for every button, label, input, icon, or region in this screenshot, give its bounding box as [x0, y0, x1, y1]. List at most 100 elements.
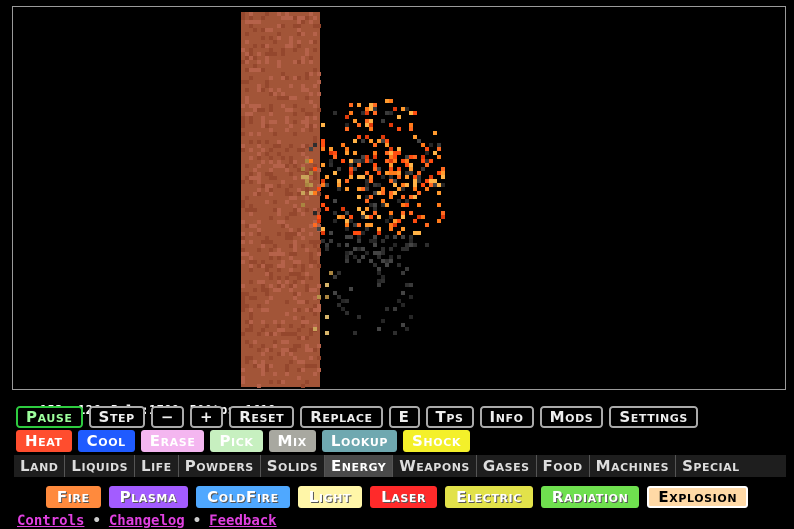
step-button[interactable]: Step: [88, 406, 145, 428]
wall-pixel: [281, 72, 285, 76]
wall-pixel: [305, 344, 309, 348]
fire-pixel: [433, 179, 437, 183]
ash-pixel: [365, 179, 369, 183]
simulation-canvas[interactable]: [13, 7, 785, 389]
wall-pixel: [257, 88, 261, 92]
wall-pixel: [289, 192, 293, 196]
element-electric-button[interactable]: Electric: [445, 486, 533, 508]
wall-pixel: [253, 192, 257, 196]
fire-pixel: [329, 151, 333, 155]
fire-pixel: [345, 179, 349, 183]
fire-pixel: [413, 219, 417, 223]
fire-pixel: [393, 219, 397, 223]
element-radiation-button[interactable]: Radiation: [540, 486, 640, 508]
controls-link[interactable]: Controls: [17, 513, 84, 529]
tab-machines[interactable]: Machines: [590, 455, 677, 477]
wall-pixel: [261, 148, 265, 152]
tps-button[interactable]: Tps: [425, 406, 474, 428]
wall-pixel: [297, 16, 301, 20]
fire-pixel: [385, 143, 389, 147]
lookup-tool-button[interactable]: Lookup: [321, 430, 398, 452]
settings-button[interactable]: Settings: [609, 406, 698, 428]
tab-energy[interactable]: Energy: [325, 455, 394, 477]
tab-solids[interactable]: Solids: [261, 455, 326, 477]
wall-pixel: [285, 224, 289, 228]
mods-button[interactable]: Mods: [539, 406, 604, 428]
fire-pixel: [317, 215, 321, 219]
ash-pixel: [365, 183, 369, 187]
wall-pixel: [297, 28, 301, 32]
changelog-link[interactable]: Changelog: [109, 513, 185, 529]
fire-pixel: [357, 135, 361, 139]
wall-pixel: [277, 160, 281, 164]
pick-tool-button[interactable]: Pick: [210, 430, 263, 452]
decrease-size-button[interactable]: −: [150, 406, 185, 428]
fire-pixel: [341, 143, 345, 147]
fire-pixel: [393, 223, 397, 227]
wall-pixel: [301, 228, 305, 232]
wall-pixel: [277, 220, 281, 224]
e-button[interactable]: E: [388, 406, 420, 428]
increase-size-button[interactable]: +: [190, 406, 224, 428]
mix-tool-button[interactable]: Mix: [268, 430, 316, 452]
fire-pixel: [437, 203, 441, 207]
wall-pixel: [289, 172, 293, 176]
fire-pixel: [353, 139, 357, 143]
wall-pixel: [273, 200, 277, 204]
wall-pixel: [261, 160, 265, 164]
wall-pixel: [241, 260, 245, 264]
wall-pixel: [317, 168, 321, 172]
fire-pixel: [385, 203, 389, 207]
element-light-button[interactable]: Light: [297, 486, 363, 508]
wall-pixel: [281, 260, 285, 264]
wall-pixel: [245, 96, 249, 100]
wall-pixel: [281, 284, 285, 288]
wall-pixel: [253, 260, 257, 264]
fire-pixel: [333, 151, 337, 155]
wall-pixel: [289, 252, 293, 256]
debris-pixel: [397, 299, 401, 303]
wall-pixel: [265, 368, 269, 372]
heat-tool-button[interactable]: Heat: [16, 430, 72, 452]
tab-gases[interactable]: Gases: [477, 455, 537, 477]
wall-pixel: [277, 64, 281, 68]
element-fire-button[interactable]: Fire: [45, 486, 101, 508]
tab-food[interactable]: Food: [537, 455, 590, 477]
debris-pixel: [325, 283, 329, 287]
cool-tool-button[interactable]: Cool: [77, 430, 135, 452]
wall-pixel: [265, 308, 269, 312]
element-laser-button[interactable]: Laser: [370, 486, 438, 508]
tab-weapons[interactable]: Weapons: [393, 455, 477, 477]
sand-pixel: [301, 175, 305, 179]
tab-land[interactable]: Land: [14, 455, 66, 477]
wall-pixel: [241, 304, 245, 308]
fire-pixel: [365, 199, 369, 203]
fire-pixel: [441, 175, 445, 179]
reset-button[interactable]: Reset: [229, 406, 295, 428]
shock-tool-button[interactable]: Shock: [403, 430, 470, 452]
replace-button[interactable]: Replace: [300, 406, 383, 428]
fire-pixel: [373, 163, 377, 167]
wall-pixel: [241, 292, 245, 296]
wall-pixel: [265, 60, 269, 64]
pause-button[interactable]: Pause: [16, 406, 83, 428]
wall-pixel: [261, 116, 265, 120]
wall-pixel: [249, 120, 253, 124]
wall-pixel: [241, 236, 245, 240]
tab-life[interactable]: Life: [135, 455, 179, 477]
element-coldfire-button[interactable]: ColdFire: [196, 486, 290, 508]
element-plasma-button[interactable]: Plasma: [108, 486, 189, 508]
tab-liquids[interactable]: Liquids: [65, 455, 136, 477]
wall-pixel: [273, 120, 277, 124]
tab-powders[interactable]: Powders: [179, 455, 261, 477]
ash-pixel: [349, 163, 353, 167]
fire-pixel: [413, 179, 417, 183]
element-explosion-button[interactable]: Explosion: [647, 486, 749, 508]
info-button[interactable]: Info: [479, 406, 534, 428]
erase-tool-button[interactable]: Erase: [140, 430, 205, 452]
wall-pixel: [277, 288, 281, 292]
wall-pixel: [269, 256, 273, 260]
game-canvas-area[interactable]: [12, 6, 786, 390]
feedback-link[interactable]: Feedback: [209, 513, 276, 529]
tab-special[interactable]: Special: [676, 455, 746, 477]
